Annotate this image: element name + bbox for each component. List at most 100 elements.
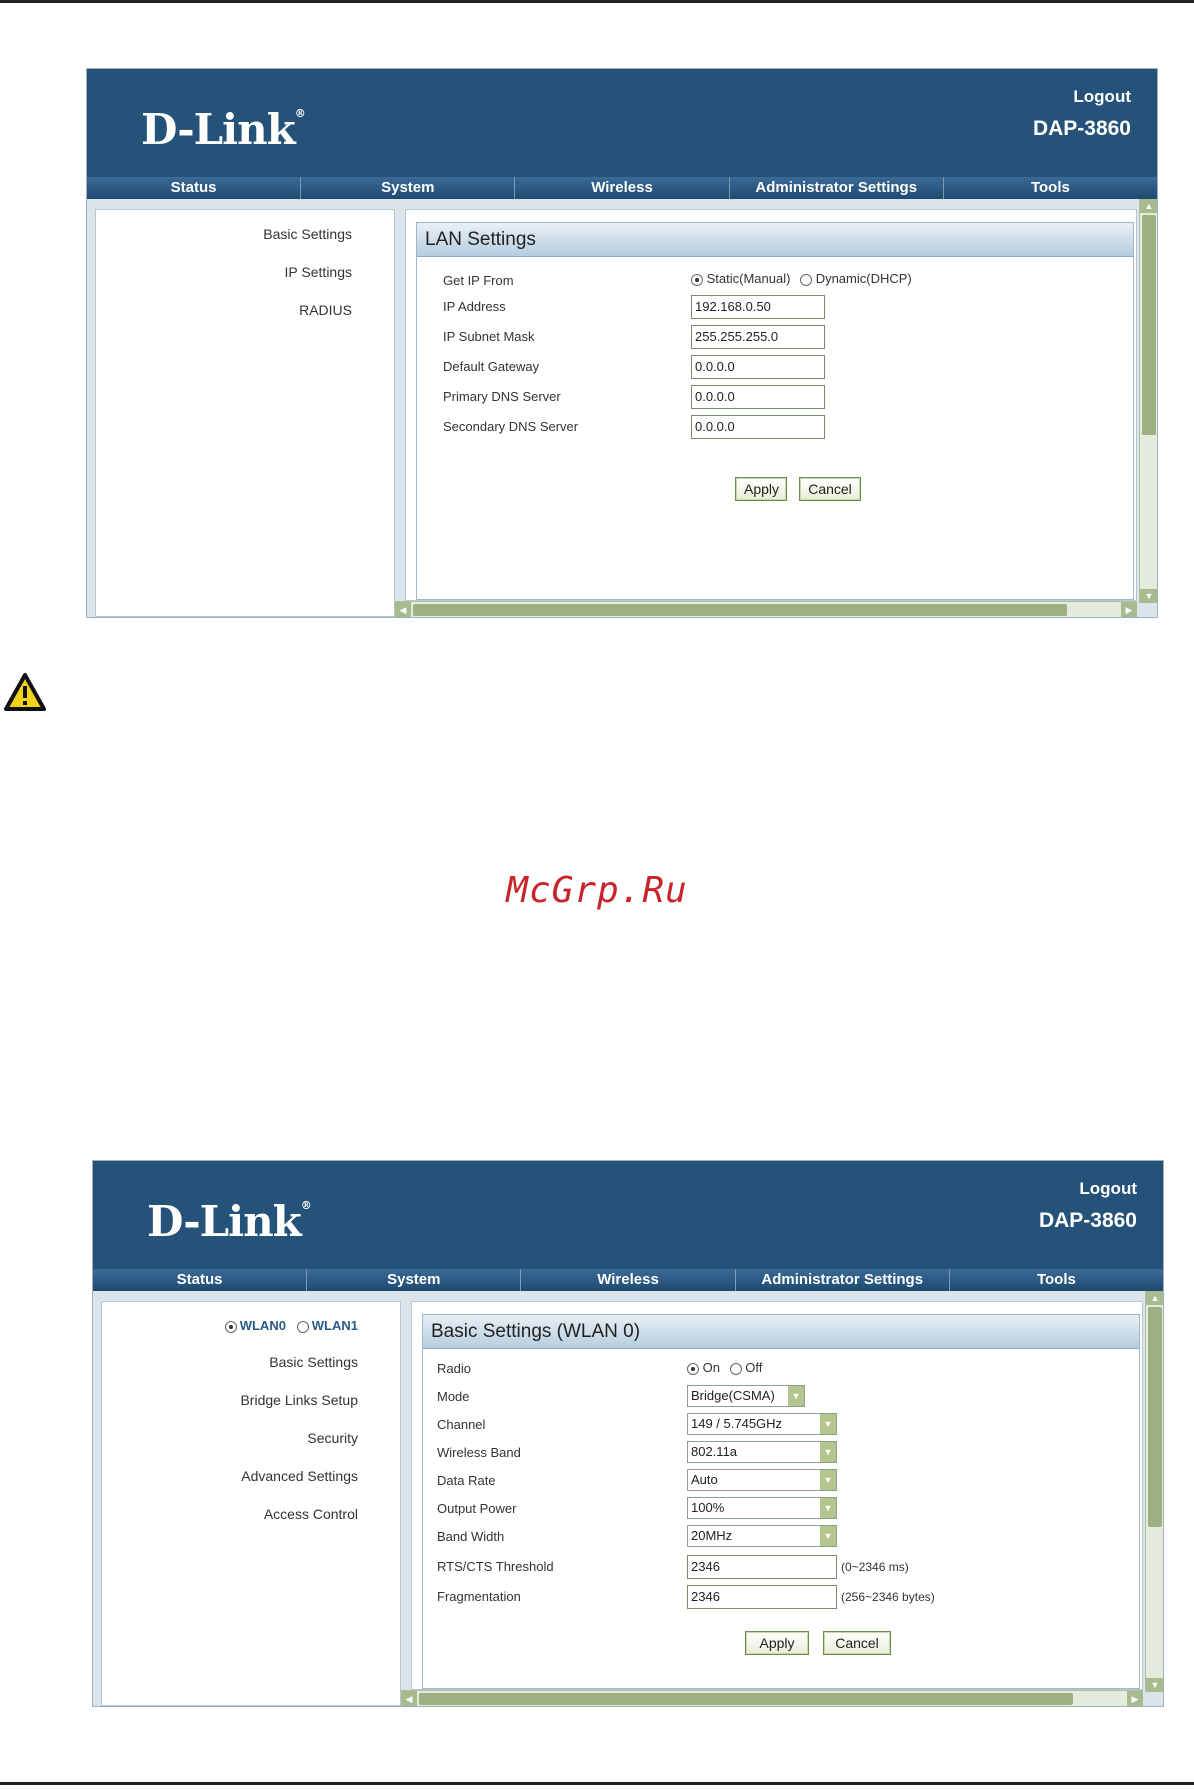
select-row: Data Rate Auto ▼ bbox=[437, 1469, 1129, 1493]
secondary-dns-label: Secondary DNS Server bbox=[443, 419, 579, 434]
default-gateway-label: Default Gateway bbox=[443, 359, 540, 374]
primary-dns-label: Primary DNS Server bbox=[443, 389, 561, 404]
nav-status[interactable]: Status bbox=[93, 1269, 308, 1291]
band-width-label: Band Width bbox=[437, 1529, 505, 1544]
scroll-thumb[interactable] bbox=[1148, 1307, 1162, 1527]
chevron-down-icon: ▼ bbox=[820, 1442, 836, 1462]
radio-off-label: Off bbox=[745, 1360, 763, 1375]
apply-button[interactable]: Apply bbox=[735, 477, 787, 501]
nav-status[interactable]: Status bbox=[87, 177, 302, 199]
ip-address-label: IP Address bbox=[443, 299, 506, 314]
content-area: Basic Settings (WLAN 0) Radio On Off Mod… bbox=[411, 1301, 1143, 1690]
scroll-right-icon[interactable]: ▶ bbox=[1121, 602, 1137, 617]
sidebar-item-radius[interactable]: RADIUS bbox=[299, 302, 352, 318]
header: D-Link® Logout DAP-3860 bbox=[87, 69, 1157, 177]
watermark: McGrp.Ru bbox=[506, 870, 688, 911]
panel-title: LAN Settings bbox=[417, 223, 1133, 257]
vertical-scrollbar[interactable]: ▲ ▼ bbox=[1145, 1291, 1163, 1692]
ip-address-input[interactable]: 192.168.0.50 bbox=[691, 295, 825, 319]
subnet-mask-input[interactable]: 255.255.255.0 bbox=[691, 325, 825, 349]
nav-tools[interactable]: Tools bbox=[950, 1269, 1163, 1291]
sidebar-item-security[interactable]: Security bbox=[307, 1430, 358, 1446]
scroll-right-icon[interactable]: ▶ bbox=[1127, 1691, 1143, 1706]
field-row: Primary DNS Server 0.0.0.0 bbox=[443, 385, 1123, 409]
input-row: Fragmentation 2346 (256~2346 bytes) bbox=[437, 1585, 1129, 1609]
default-gateway-input[interactable]: 0.0.0.0 bbox=[691, 355, 825, 379]
apply-button[interactable]: Apply bbox=[745, 1631, 809, 1655]
chevron-down-icon: ▼ bbox=[820, 1470, 836, 1490]
scroll-left-icon[interactable]: ◀ bbox=[401, 1691, 417, 1706]
channel-select[interactable]: 149 / 5.745GHz ▼ bbox=[687, 1413, 837, 1435]
cancel-button[interactable]: Cancel bbox=[799, 477, 861, 501]
lan-settings-panel: LAN Settings Get IP From Static(Manual) … bbox=[416, 222, 1134, 600]
sidebar-item-basic-settings[interactable]: Basic Settings bbox=[263, 226, 352, 242]
static-radio[interactable] bbox=[691, 273, 703, 286]
model-name: DAP-3860 bbox=[1038, 1209, 1137, 1232]
data-rate-label: Data Rate bbox=[437, 1473, 496, 1488]
data-rate-select[interactable]: Auto ▼ bbox=[687, 1469, 837, 1491]
sidebar: WLAN0 WLAN1 Basic Settings Bridge Links … bbox=[101, 1301, 401, 1706]
basic-settings-panel: Basic Settings (WLAN 0) Radio On Off Mod… bbox=[422, 1314, 1140, 1689]
content-area: LAN Settings Get IP From Static(Manual) … bbox=[405, 209, 1137, 601]
primary-dns-input[interactable]: 0.0.0.0 bbox=[691, 385, 825, 409]
radio-on-label: On bbox=[702, 1360, 720, 1375]
scroll-up-icon[interactable]: ▲ bbox=[1146, 1291, 1163, 1305]
band-width-select[interactable]: 20MHz ▼ bbox=[687, 1525, 837, 1547]
select-row: Channel 149 / 5.745GHz ▼ bbox=[437, 1413, 1129, 1437]
wlan1-radio[interactable] bbox=[296, 1320, 309, 1333]
fragmentation-unit: (256~2346 bytes) bbox=[841, 1590, 935, 1604]
dhcp-label: Dynamic(DHCP) bbox=[815, 271, 912, 286]
sidebar-item-ip-settings[interactable]: IP Settings bbox=[285, 264, 352, 280]
sidebar-item-bridge-links-setup[interactable]: Bridge Links Setup bbox=[240, 1392, 358, 1408]
wlan0-radio[interactable] bbox=[224, 1320, 237, 1333]
scroll-thumb[interactable] bbox=[419, 1693, 1073, 1705]
rts-threshold-unit: (0~2346 ms) bbox=[841, 1560, 909, 1574]
fragmentation-input[interactable]: 2346 bbox=[687, 1585, 837, 1609]
sidebar: Basic Settings IP Settings RADIUS bbox=[95, 209, 395, 617]
field-row: Default Gateway 0.0.0.0 bbox=[443, 355, 1123, 379]
cancel-button[interactable]: Cancel bbox=[823, 1631, 891, 1655]
rts-threshold-input[interactable]: 2346 bbox=[687, 1555, 837, 1579]
sidebar-item-basic-settings[interactable]: Basic Settings bbox=[269, 1354, 358, 1370]
nav-wireless[interactable]: Wireless bbox=[521, 1269, 736, 1291]
horizontal-scrollbar[interactable]: ◀ ▶ bbox=[401, 1690, 1143, 1706]
secondary-dns-input[interactable]: 0.0.0.0 bbox=[691, 415, 825, 439]
scroll-thumb[interactable] bbox=[1142, 215, 1156, 435]
radio-on[interactable] bbox=[687, 1362, 699, 1375]
nav-administrator-settings[interactable]: Administrator Settings bbox=[730, 177, 944, 199]
nav-tools[interactable]: Tools bbox=[944, 177, 1157, 199]
scroll-down-icon[interactable]: ▼ bbox=[1146, 1678, 1163, 1692]
field-row: IP Subnet Mask 255.255.255.0 bbox=[443, 325, 1123, 349]
wireless-band-select[interactable]: 802.11a ▼ bbox=[687, 1441, 837, 1463]
scroll-thumb[interactable] bbox=[413, 604, 1067, 616]
scroll-left-icon[interactable]: ◀ bbox=[395, 602, 411, 617]
sidebar-item-access-control[interactable]: Access Control bbox=[264, 1506, 358, 1522]
nav-wireless[interactable]: Wireless bbox=[515, 177, 730, 199]
horizontal-scrollbar[interactable]: ◀ ▶ bbox=[395, 601, 1137, 617]
scroll-down-icon[interactable]: ▼ bbox=[1140, 589, 1157, 603]
select-row: Mode Bridge(CSMA) ▼ bbox=[437, 1385, 1129, 1409]
sidebar-item-advanced-settings[interactable]: Advanced Settings bbox=[241, 1468, 358, 1484]
nav-administrator-settings[interactable]: Administrator Settings bbox=[736, 1269, 950, 1291]
main-nav: Status System Wireless Administrator Set… bbox=[87, 177, 1157, 199]
warning-icon bbox=[4, 673, 46, 711]
dhcp-radio[interactable] bbox=[800, 273, 813, 286]
output-power-select[interactable]: 100% ▼ bbox=[687, 1497, 837, 1519]
panel-title: Basic Settings (WLAN 0) bbox=[423, 1315, 1139, 1349]
field-row: Secondary DNS Server 0.0.0.0 bbox=[443, 415, 1123, 439]
model-name: DAP-3860 bbox=[1032, 117, 1131, 140]
vertical-scrollbar[interactable]: ▲ ▼ bbox=[1139, 199, 1157, 603]
scroll-up-icon[interactable]: ▲ bbox=[1140, 199, 1157, 213]
radio-off[interactable] bbox=[729, 1362, 742, 1375]
wlan0-label: WLAN0 bbox=[239, 1318, 286, 1333]
screenshot-lan-settings: D-Link® Logout DAP-3860 Status System Wi… bbox=[86, 68, 1158, 618]
chevron-down-icon: ▼ bbox=[788, 1386, 804, 1406]
mode-select[interactable]: Bridge(CSMA) ▼ bbox=[687, 1385, 805, 1407]
header: D-Link® Logout DAP-3860 bbox=[93, 1161, 1163, 1269]
logout-link[interactable]: Logout bbox=[1079, 1179, 1137, 1199]
logout-link[interactable]: Logout bbox=[1073, 87, 1131, 107]
nav-system[interactable]: System bbox=[301, 177, 516, 199]
nav-system[interactable]: System bbox=[307, 1269, 522, 1291]
wireless-band-label: Wireless Band bbox=[437, 1445, 521, 1460]
dlink-logo: D-Link® bbox=[141, 105, 306, 154]
